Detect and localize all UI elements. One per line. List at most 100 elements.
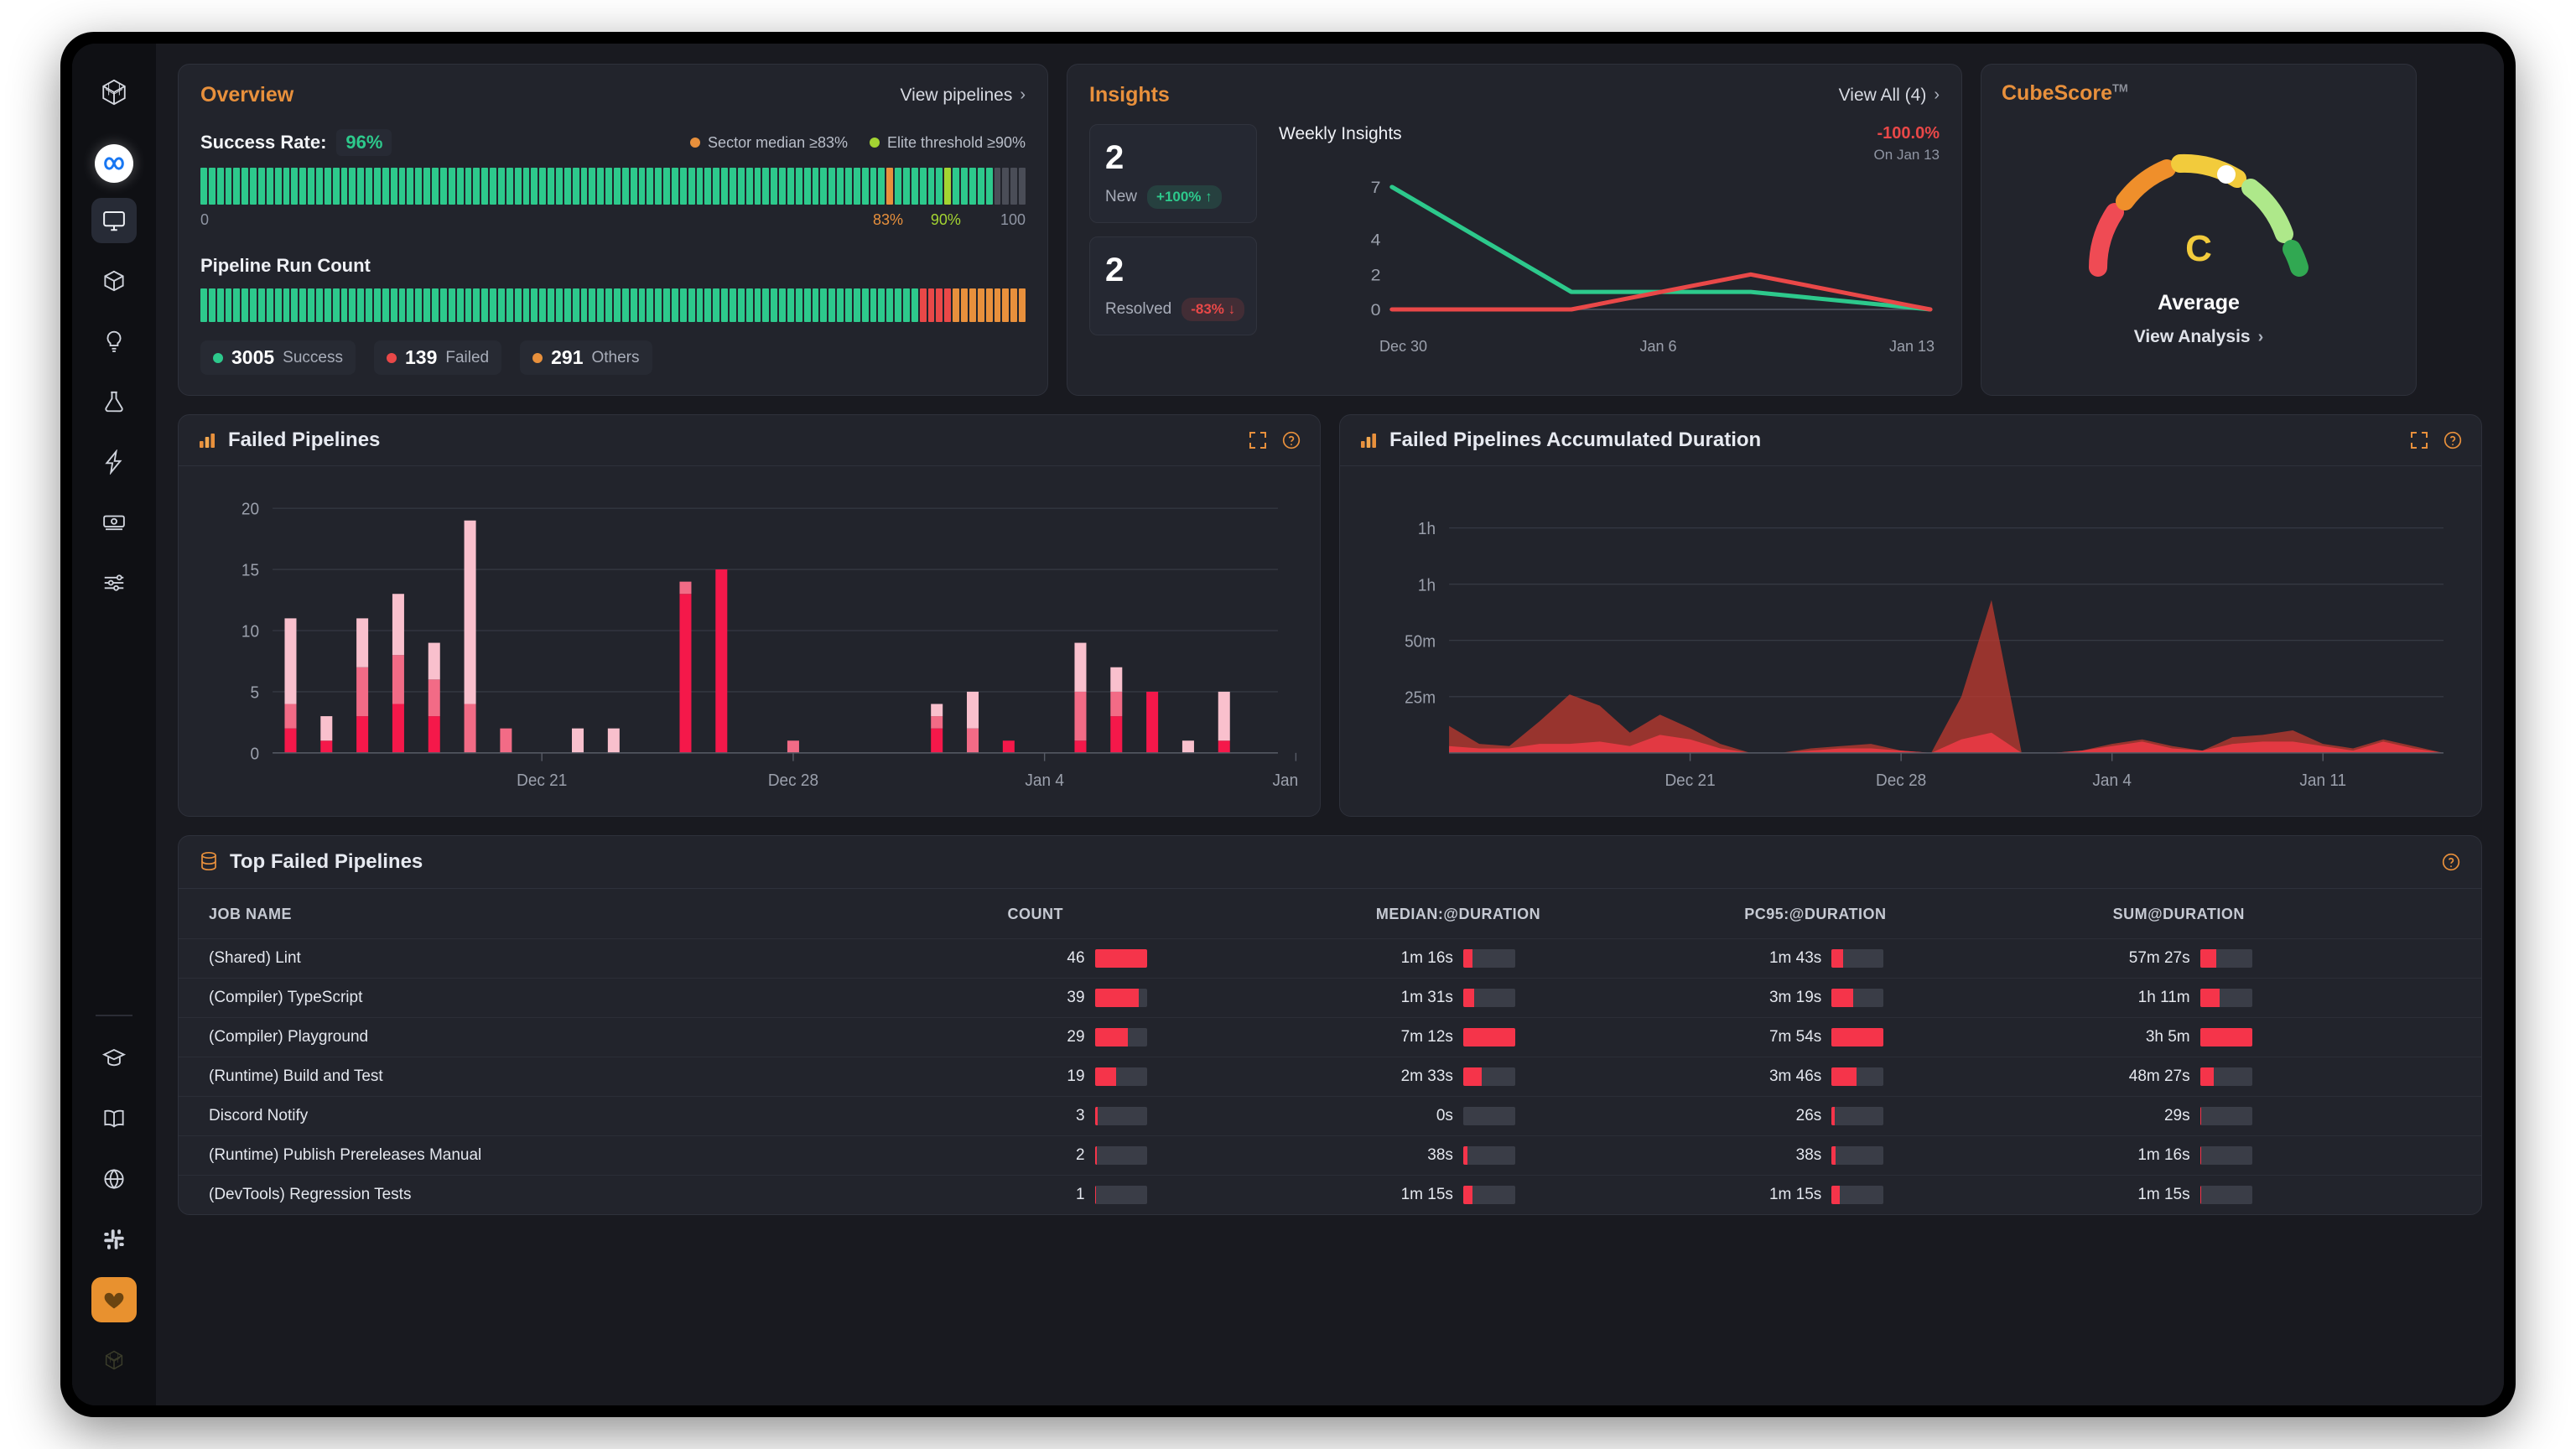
table-row[interactable]: (Shared) Lint 46 1m 16s 1m 43s 57m 27s <box>179 938 2481 979</box>
run-tick <box>787 288 794 322</box>
job-name-cell: (Runtime) Build and Test <box>179 1057 1008 1097</box>
stat-resolved[interactable]: 2 Resolved -83% ↓ <box>1089 236 1257 335</box>
heart-icon[interactable] <box>91 1277 137 1322</box>
table-row[interactable]: (DevTools) Regression Tests 1 1m 15s 1m … <box>179 1175 2481 1214</box>
lightning-icon[interactable] <box>91 439 137 485</box>
success-tick <box>911 168 918 205</box>
count-cell: 46 <box>1007 938 1376 979</box>
sum-cell: 3h 5m <box>2112 1017 2481 1057</box>
column-job-name[interactable]: JOB NAME <box>179 889 1008 939</box>
success-tick <box>837 168 844 205</box>
median-track <box>1462 1028 1515 1046</box>
count-bar-group: 39 <box>1008 989 1376 1007</box>
count-bar-group: 3 <box>1008 1107 1376 1125</box>
median-bar-group: 7m 12s <box>1376 1028 1744 1046</box>
meta-infinity-icon[interactable] <box>95 144 133 183</box>
table-row[interactable]: Discord Notify 3 0s 26s 29s <box>179 1096 2481 1136</box>
pc95-cell: 1m 43s <box>1744 938 2113 979</box>
money-icon[interactable] <box>91 500 137 545</box>
table-row[interactable]: (Compiler) TypeScript 39 1m 31s 3m 19s 1… <box>179 978 2481 1018</box>
column-sum-duration[interactable]: SUM@DURATION <box>2113 889 2481 939</box>
column-median-duration[interactable]: MEDIAN:@DURATION <box>1376 889 1744 939</box>
success-tick <box>647 168 654 205</box>
column-count[interactable]: COUNT <box>1008 889 1376 939</box>
success-tick <box>969 168 976 205</box>
run-tick <box>432 288 439 322</box>
lightbulb-icon[interactable] <box>91 319 137 364</box>
slack-icon[interactable] <box>91 1217 137 1262</box>
count-value: 39 <box>1067 989 1085 1006</box>
view-all-insights-link[interactable]: View All (4) › <box>1839 86 1940 106</box>
svg-text:0: 0 <box>1371 302 1381 319</box>
sliders-icon[interactable] <box>91 560 137 605</box>
cube-logo-icon[interactable] <box>91 70 137 115</box>
run-tick <box>953 288 960 322</box>
table-header: JOB NAME COUNT MEDIAN:@DURATION PC95:@DU… <box>179 889 2481 939</box>
run-tick <box>779 288 787 322</box>
view-pipelines-link[interactable]: View pipelines › <box>900 86 1026 106</box>
success-tick <box>481 168 489 205</box>
success-tick <box>977 168 984 205</box>
success-tick <box>671 168 678 205</box>
cube-dim-icon[interactable] <box>91 1337 137 1383</box>
box-icon[interactable] <box>91 258 137 304</box>
sum-value: 48m 27s <box>2128 1067 2190 1085</box>
help-icon[interactable] <box>2441 852 2461 872</box>
run-tick <box>250 288 257 322</box>
weekly-insights-header: Weekly Insights -100.0% On Jan 13 <box>1279 124 1940 164</box>
help-icon[interactable] <box>2443 430 2463 450</box>
sidebar-item-dashboards[interactable] <box>91 198 137 243</box>
success-tick <box>845 168 852 205</box>
legend-success-label: Success <box>283 348 343 366</box>
chevron-right-icon: › <box>1934 86 1940 104</box>
median-track <box>1462 989 1515 1007</box>
table-row[interactable]: (Compiler) Playground 29 7m 12s 7m 54s 3… <box>179 1017 2481 1057</box>
help-icon[interactable] <box>1281 430 1301 450</box>
success-tick <box>349 168 356 205</box>
view-analysis-link[interactable]: View Analysis › <box>2134 327 2264 347</box>
run-tick <box>762 288 770 322</box>
threshold-legend: Sector median ≥83% Elite threshold ≥90% <box>690 134 1026 152</box>
expand-icon[interactable] <box>1248 430 1268 450</box>
run-tick <box>671 288 678 322</box>
book-icon[interactable] <box>91 1096 137 1141</box>
pipeline-run-count-bar <box>200 288 1026 322</box>
run-tick <box>795 288 802 322</box>
success-tick <box>490 168 496 205</box>
globe-icon[interactable] <box>91 1156 137 1202</box>
pc95-value: 7m 54s <box>1768 1028 1822 1046</box>
top-failed-pipelines-title: Top Failed Pipelines <box>230 850 423 873</box>
graduation-cap-icon[interactable] <box>91 1036 137 1081</box>
count-value: 3 <box>1075 1107 1085 1124</box>
failed-duration-card: Failed Pipelines Accumulated Duration 25… <box>1339 414 2482 817</box>
success-tick <box>448 168 455 205</box>
expand-icon[interactable] <box>2409 430 2429 450</box>
median-bar-group: 0s <box>1376 1107 1744 1125</box>
median-value: 2m 33s <box>1400 1067 1453 1085</box>
legend-elite-threshold: Elite threshold ≥90% <box>870 134 1026 152</box>
median-cell: 38s <box>1375 1135 1745 1176</box>
stat-new[interactable]: 2 New +100% ↑ <box>1089 124 1257 223</box>
sum-track <box>2199 1028 2252 1046</box>
pc95-bar-group: 1m 15s <box>1744 1186 2112 1204</box>
table-row[interactable]: (Runtime) Build and Test 19 2m 33s 3m 46… <box>179 1057 2481 1097</box>
run-tick <box>927 288 935 322</box>
cubescore-gauge: C <box>2089 153 2309 277</box>
success-tick <box>382 168 389 205</box>
success-tick <box>473 168 480 205</box>
success-tick <box>564 168 571 205</box>
table-row[interactable]: (Runtime) Publish Prereleases Manual 2 3… <box>179 1135 2481 1176</box>
success-rate-group: Success Rate: 96% <box>200 129 392 156</box>
success-tick <box>1010 168 1018 205</box>
median-value: 7m 12s <box>1400 1028 1453 1046</box>
sum-value: 29s <box>2163 1107 2190 1124</box>
flask-icon[interactable] <box>91 379 137 424</box>
stat-new-delta: +100% ↑ <box>1147 185 1222 209</box>
count-bar-group: 19 <box>1008 1067 1376 1086</box>
success-tick <box>927 168 935 205</box>
top-failed-pipelines-table: JOB NAME COUNT MEDIAN:@DURATION PC95:@DU… <box>179 889 2481 1214</box>
svg-text:Dec 28: Dec 28 <box>768 771 818 790</box>
median-cell: 0s <box>1375 1096 1745 1136</box>
column-pc95-duration[interactable]: PC95:@DURATION <box>1744 889 2112 939</box>
legend-others: 291 Others <box>520 340 652 375</box>
